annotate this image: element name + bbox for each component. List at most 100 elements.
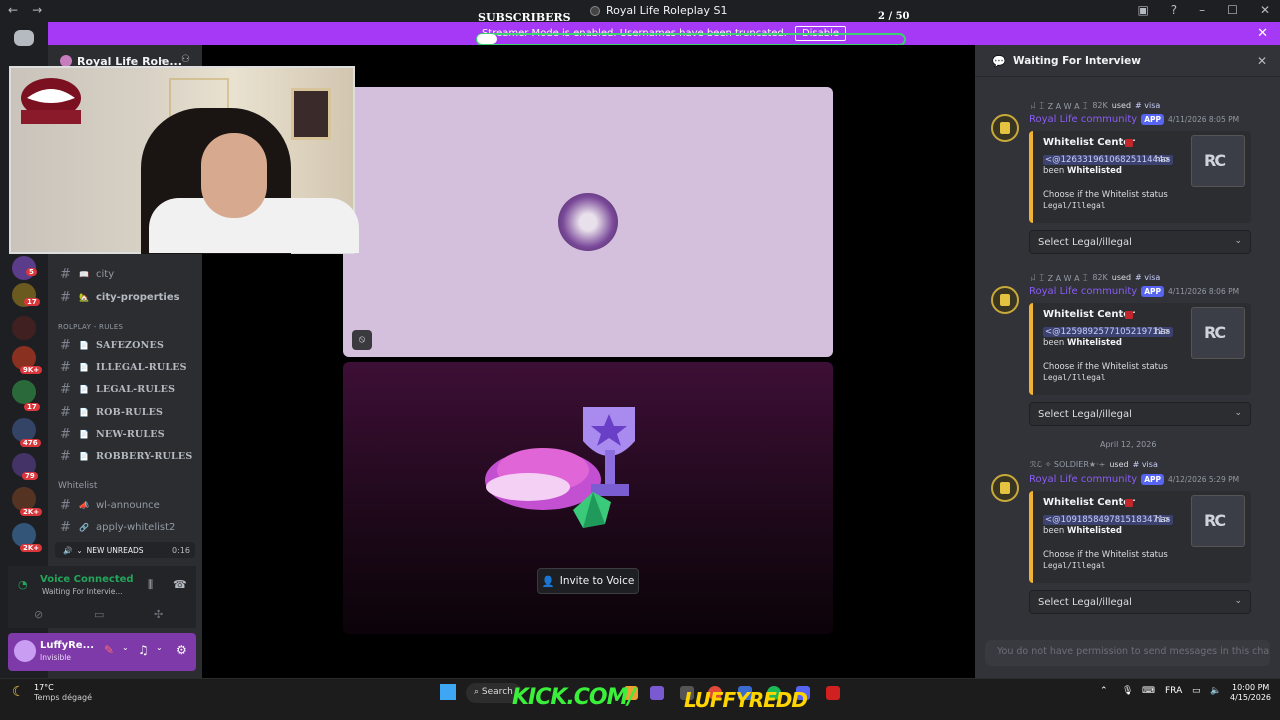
maximize-button[interactable]: ☐: [1227, 3, 1238, 17]
channel-emoji: 🏡: [79, 292, 89, 302]
channel-wl-announce[interactable]: # 📣 wl-announce: [60, 498, 160, 513]
screen-share-icon[interactable]: ▭: [94, 608, 104, 621]
hash-icon: #: [60, 426, 71, 442]
banner-close-icon[interactable]: ✕: [1257, 26, 1268, 41]
clock-date[interactable]: 4/15/2026: [1230, 693, 1271, 702]
chevron-down-icon[interactable]: ⌄: [122, 643, 129, 652]
inbox-icon[interactable]: ▣: [1137, 3, 1148, 17]
back-button[interactable]: ←: [8, 3, 18, 17]
disconnect-icon[interactable]: ☎: [173, 578, 187, 591]
help-icon[interactable]: ?: [1171, 3, 1177, 17]
server-badge: 476: [20, 439, 41, 447]
reply-channel: # visa: [1135, 101, 1161, 110]
message-author[interactable]: Royal Life community APP 4/12/2026 5:29 …: [1029, 474, 1239, 485]
network-icon[interactable]: ▭: [1192, 686, 1201, 696]
noise-suppression-icon[interactable]: ⫼: [148, 578, 153, 592]
category-rules[interactable]: ROLPLAY - RULES: [58, 323, 123, 331]
close-window-button[interactable]: ✕: [1260, 3, 1270, 17]
channel-label: ROB-RULES: [96, 406, 164, 418]
channel-city[interactable]: # 📖 city: [60, 267, 114, 282]
new-unreads-pill[interactable]: 🔊 ⌄ NEW UNREADS 0:16: [55, 542, 195, 558]
channel-label: NEW-RULES: [96, 428, 165, 440]
volume-icon[interactable]: 🔈: [1210, 686, 1221, 696]
app-icon[interactable]: [650, 686, 664, 700]
username[interactable]: LuffyRe...: [40, 640, 94, 651]
reply-channel: # visa: [1135, 273, 1161, 282]
channel-rob-rules[interactable]: # 📄 ROB-RULES: [60, 404, 164, 420]
message-author[interactable]: Royal Life community APP 4/11/2026 8:05 …: [1029, 114, 1239, 125]
search-icon: ⌕: [474, 687, 480, 697]
message-reply-context[interactable]: ꈤ ꀤ Z A W A ꀤ 82K used # visa: [1030, 100, 1160, 111]
channel-illegal-rules[interactable]: # 📄 ILLEGAL-RULES: [60, 360, 187, 375]
server-icon[interactable]: [12, 316, 36, 340]
keyboard-icon[interactable]: ⌨: [1142, 686, 1155, 696]
close-icon[interactable]: ✕: [1257, 54, 1267, 68]
channel-safezones[interactable]: # 📄 SAFEZONES: [60, 337, 164, 353]
embed-thumbnail[interactable]: [1191, 307, 1245, 359]
channel-new-rules[interactable]: # 📄 NEW-RULES: [60, 426, 165, 442]
voice-timer: 0:16: [172, 545, 190, 555]
message-author[interactable]: Royal Life community APP 4/11/2026 8:06 …: [1029, 286, 1239, 297]
avatar[interactable]: [991, 474, 1019, 502]
add-member-icon[interactable]: ⚇: [181, 54, 190, 65]
avatar[interactable]: [991, 286, 1019, 314]
user-mention[interactable]: <@1091858497815183471>: [1043, 515, 1173, 525]
avatar[interactable]: [991, 114, 1019, 142]
user-mention[interactable]: <@1263319610682511444>: [1043, 155, 1173, 165]
server-badge: 17: [24, 298, 40, 306]
weather-temp[interactable]: 17°C: [34, 683, 54, 692]
language-indicator[interactable]: FRA: [1165, 686, 1182, 696]
voice-channel-name[interactable]: Waiting For Intervie...: [42, 587, 123, 596]
minimize-button[interactable]: –: [1199, 3, 1205, 17]
category-whitelist[interactable]: Whitelist: [58, 481, 97, 491]
hash-icon: #: [60, 337, 71, 353]
activities-icon[interactable]: ✣: [154, 608, 163, 621]
legal-illegal-select[interactable]: Select Legal/illegal ⌄: [1029, 402, 1251, 426]
streamer-webcam: [9, 66, 359, 254]
embed-text: has: [1155, 327, 1171, 337]
channel-robbery-rules[interactable]: # 📄 ROBBERY-RULES: [60, 449, 192, 464]
channel-label: ILLEGAL-RULES: [96, 361, 187, 373]
discord-home-icon[interactable]: [14, 30, 34, 46]
channel-apply-whitelist2[interactable]: # 🔗 apply-whitelist2: [60, 520, 175, 535]
channel-emoji: 📖: [79, 269, 89, 279]
clock-time[interactable]: 10:00 PM: [1232, 683, 1269, 692]
weather-moon-icon[interactable]: ☾: [12, 684, 25, 700]
hash-icon: #: [60, 404, 71, 420]
embed-text: Choose if the Whitelist status: [1043, 190, 1168, 200]
weather-desc[interactable]: Temps dégagé: [34, 693, 92, 702]
whitelist-embed: Whitelist Center <@1259892577105219712> …: [1029, 303, 1251, 395]
server-badge: 79: [22, 472, 38, 480]
legal-illegal-select[interactable]: Select Legal/illegal ⌄: [1029, 230, 1251, 254]
signal-icon[interactable]: ◔: [18, 578, 28, 591]
streamer-face: [201, 133, 267, 218]
forward-button[interactable]: →: [32, 3, 42, 17]
chevron-down-icon[interactable]: ⌄: [158, 54, 166, 64]
mute-mic-icon[interactable]: ✎: [104, 643, 114, 657]
chevron-up-icon[interactable]: ⌃: [1100, 686, 1108, 696]
embed-thumbnail[interactable]: [1191, 135, 1245, 187]
channel-city-properties[interactable]: # 🏡 city-properties: [60, 290, 180, 305]
headphones-icon[interactable]: ♫: [138, 643, 149, 657]
app-icon[interactable]: [826, 686, 840, 700]
channel-legal-rules[interactable]: # 📄 LEGAL-RULES: [60, 382, 175, 397]
legal-illegal-select[interactable]: Select Legal/illegal ⌄: [1029, 590, 1251, 614]
message-reply-context[interactable]: ꈤ ꀤ Z A W A ꀤ 82K used # visa: [1030, 272, 1160, 283]
chevron-down-icon[interactable]: ⌄: [156, 643, 163, 652]
server-icon[interactable]: [12, 380, 36, 404]
embed-thumbnail[interactable]: [1191, 495, 1245, 547]
user-mention[interactable]: <@1259892577105219712>: [1043, 327, 1173, 337]
avatar[interactable]: [14, 640, 36, 662]
camera-off-icon[interactable]: ⊘: [34, 608, 43, 621]
windows-start-icon[interactable]: [440, 684, 456, 700]
message-reply-context[interactable]: ℛℒ ✧ SOLDIER★·∻ used # visa: [1030, 460, 1158, 469]
channel-emoji: 📣: [79, 500, 89, 510]
reply-username: ꈤ ꀤ Z A W A ꀤ: [1030, 102, 1089, 111]
participant-avatar: [558, 193, 618, 251]
invite-to-voice-button[interactable]: 👤 Invite to Voice: [537, 568, 639, 594]
server-badge: 5: [26, 268, 37, 276]
windows-taskbar: [0, 678, 1280, 720]
voice-connected-label[interactable]: Voice Connected: [40, 574, 134, 585]
microphone-icon[interactable]: 🎙: [1122, 686, 1133, 696]
settings-gear-icon[interactable]: ⚙: [176, 643, 187, 657]
